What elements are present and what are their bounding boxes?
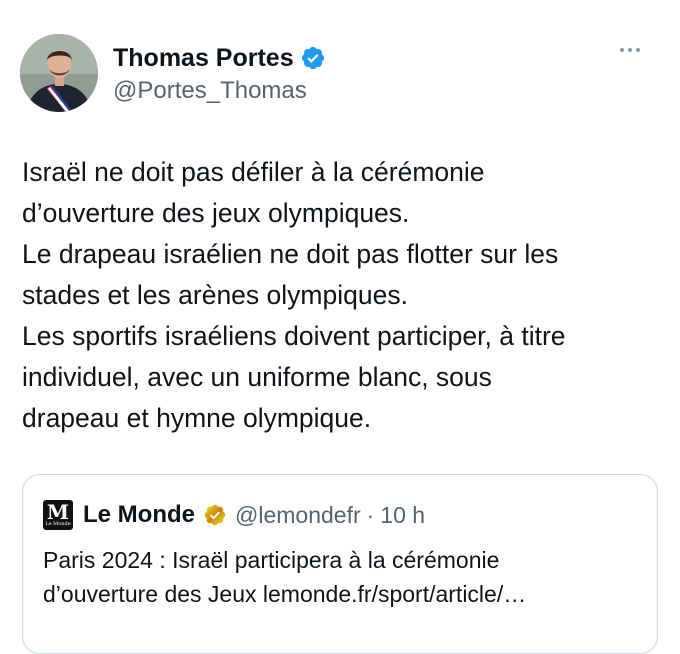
tweet-text-line: stades et les arènes olympiques.	[22, 280, 408, 310]
author-display-name[interactable]: Thomas Portes	[113, 42, 294, 74]
more-dot	[628, 48, 632, 52]
header-separator: ·	[366, 501, 375, 528]
author-name-row: Thomas Portes	[113, 42, 326, 74]
tweet-text-line: Israël ne doit pas défiler à la cérémoni…	[22, 157, 485, 187]
quoted-tweet-card[interactable]: M Le Monde Le Monde @lemondefr · 10 h Pa…	[22, 474, 658, 654]
tweet-text-line: Le drapeau israélien ne doit pas flotter…	[22, 239, 559, 269]
tweet-text-line: individuel, avec un uniforme blanc, sous	[22, 362, 492, 392]
tweet-author: Thomas Portes @Portes_Thomas	[113, 42, 326, 106]
blue-verified-badge-icon[interactable]	[300, 45, 326, 71]
tweet: Thomas Portes @Portes_Thomas Israël ne d…	[0, 0, 680, 654]
avatar[interactable]	[20, 34, 98, 112]
quoted-timestamp[interactable]: 10 h	[380, 502, 425, 529]
logo-sub: Le Monde	[45, 521, 71, 527]
quoted-tweet-header: M Le Monde Le Monde @lemondefr · 10 h	[43, 499, 425, 531]
quoted-text-line: d’ouverture des Jeux lemonde.fr/sport/ar…	[43, 581, 527, 607]
le-monde-logo-icon[interactable]: M Le Monde	[43, 500, 73, 530]
gold-verified-badge-icon[interactable]	[203, 503, 227, 527]
quoted-tweet-text: Paris 2024 : Israël participera à la cér…	[43, 543, 643, 611]
quoted-display-name[interactable]: Le Monde	[83, 501, 195, 529]
quoted-handle[interactable]: @lemondefr	[235, 502, 361, 529]
quoted-text-line: Paris 2024 : Israël participera à la cér…	[43, 547, 500, 573]
tweet-text-line: drapeau et hymne olympique.	[22, 403, 372, 433]
author-handle[interactable]: @Portes_Thomas	[113, 76, 326, 106]
tweet-text: Israël ne doit pas défiler à la cérémoni…	[22, 152, 652, 439]
more-options-icon[interactable]	[620, 48, 640, 52]
tweet-text-line: d’ouverture des jeux olympiques.	[22, 198, 410, 228]
more-dot	[636, 48, 640, 52]
avatar-portrait-icon	[20, 34, 98, 112]
more-dot	[620, 48, 624, 52]
tweet-text-line: Les sportifs israéliens doivent particip…	[22, 321, 566, 351]
logo-letter: M	[46, 500, 70, 524]
